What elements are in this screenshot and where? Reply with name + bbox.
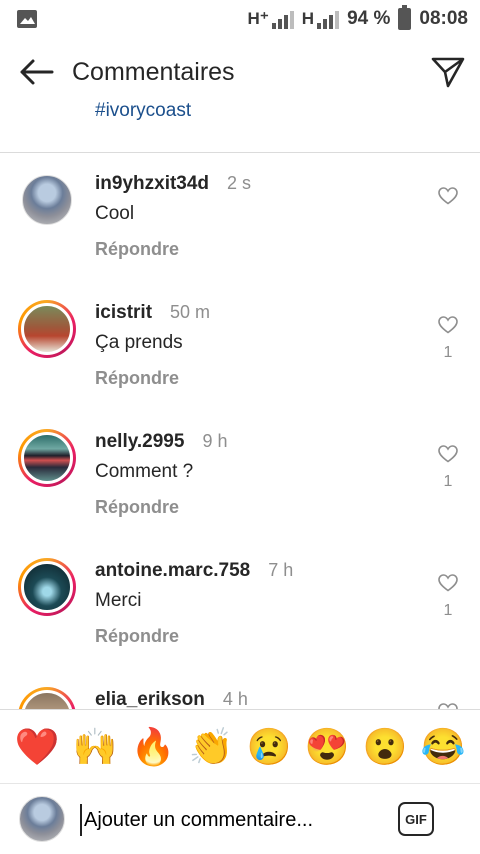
comment-username[interactable]: elia_erikson xyxy=(95,689,205,709)
comment-text: Ça prends xyxy=(95,332,183,353)
comment-text: Comment ? xyxy=(95,461,194,482)
avatar-story-ring[interactable] xyxy=(18,300,76,358)
reply-button[interactable]: Répondre xyxy=(95,497,227,518)
avatar[interactable] xyxy=(18,171,76,229)
heart-icon xyxy=(438,187,458,205)
like-button[interactable]: 1 xyxy=(438,445,458,491)
battery-percent: 94 % xyxy=(347,8,391,29)
crying-face-emoji[interactable]: 😢 xyxy=(247,728,292,765)
share-button[interactable] xyxy=(416,44,480,100)
like-count: 1 xyxy=(443,473,453,490)
comment-time: 9 h xyxy=(202,431,228,451)
status-bar: H⁺ H 94 % 08:08 xyxy=(0,0,480,38)
caption-hashtag[interactable]: #ivorycoast xyxy=(95,100,191,126)
comment-time: 7 h xyxy=(268,560,294,580)
comment-item: icistrit 50 m Ça prends Répondre 1 xyxy=(0,282,480,411)
paper-plane-icon xyxy=(431,57,465,88)
reply-button[interactable]: Répondre xyxy=(95,239,251,260)
like-count: 1 xyxy=(443,344,453,361)
like-button[interactable]: 1 xyxy=(438,574,458,620)
avatar-story-ring[interactable] xyxy=(18,687,76,709)
heart-eyes-emoji[interactable]: 😍 xyxy=(305,728,350,765)
comment-time: 50 m xyxy=(170,302,211,322)
red-heart-emoji[interactable]: ❤️ xyxy=(15,728,60,765)
fire-emoji[interactable]: 🔥 xyxy=(131,728,176,765)
comment-time: 4 h xyxy=(222,689,248,709)
comment-username[interactable]: in9yhzxit34d xyxy=(95,173,209,195)
arrow-left-icon xyxy=(20,59,54,85)
page-title: Commentaires xyxy=(72,57,235,86)
clock: 08:08 xyxy=(419,8,468,29)
like-button[interactable]: 1 xyxy=(438,316,458,362)
heart-icon xyxy=(438,445,458,463)
comment-item: elia_erikson 4 h xyxy=(0,669,480,709)
compose-bar: GIF xyxy=(0,783,480,854)
like-button[interactable] xyxy=(438,187,458,215)
gif-button[interactable]: GIF xyxy=(398,802,434,836)
like-count: 1 xyxy=(443,602,453,619)
comment-username[interactable]: nelly.2995 xyxy=(95,431,184,453)
raising-hands-emoji[interactable]: 🙌 xyxy=(73,728,118,765)
header: Commentaires xyxy=(0,44,480,100)
comment-item: in9yhzxit34d 2 s Cool Répondre xyxy=(0,153,480,282)
own-avatar xyxy=(19,796,65,842)
surprised-face-emoji[interactable]: 😮 xyxy=(363,728,408,765)
comment-time: 2 s xyxy=(227,173,252,193)
avatar-story-ring[interactable] xyxy=(18,558,76,616)
comment-item: nelly.2995 9 h Comment ? Répondre 1 xyxy=(0,411,480,540)
comment-text: Merci xyxy=(95,590,142,611)
back-button[interactable] xyxy=(0,44,72,100)
reply-button[interactable]: Répondre xyxy=(95,626,293,647)
avatar-story-ring[interactable] xyxy=(18,429,76,487)
signal-strength-icon xyxy=(271,11,294,29)
comment-username[interactable]: icistrit xyxy=(95,302,152,324)
network-type-label: H⁺ xyxy=(247,9,269,28)
battery-icon xyxy=(398,5,412,30)
reply-button[interactable]: Répondre xyxy=(95,368,210,389)
signal-strength-icon-2 xyxy=(317,11,340,29)
emoji-bar: ❤️ 🙌 🔥 👏 😢 😍 😮 😂 xyxy=(0,709,480,783)
clapping-hands-emoji[interactable]: 👏 xyxy=(189,728,234,765)
heart-icon xyxy=(438,574,458,592)
gallery-notification-icon xyxy=(17,10,37,28)
comments-list[interactable]: in9yhzxit34d 2 s Cool Répondre icistrit … xyxy=(0,153,480,709)
network-type-label-2: H xyxy=(301,9,315,28)
comment-text: Cool xyxy=(95,203,135,224)
tears-of-joy-emoji[interactable]: 😂 xyxy=(421,728,466,765)
heart-icon xyxy=(438,316,458,334)
comment-username[interactable]: antoine.marc.758 xyxy=(95,560,250,582)
comment-item: antoine.marc.758 7 h Merci Répondre 1 xyxy=(0,540,480,669)
comment-input[interactable] xyxy=(80,804,370,836)
